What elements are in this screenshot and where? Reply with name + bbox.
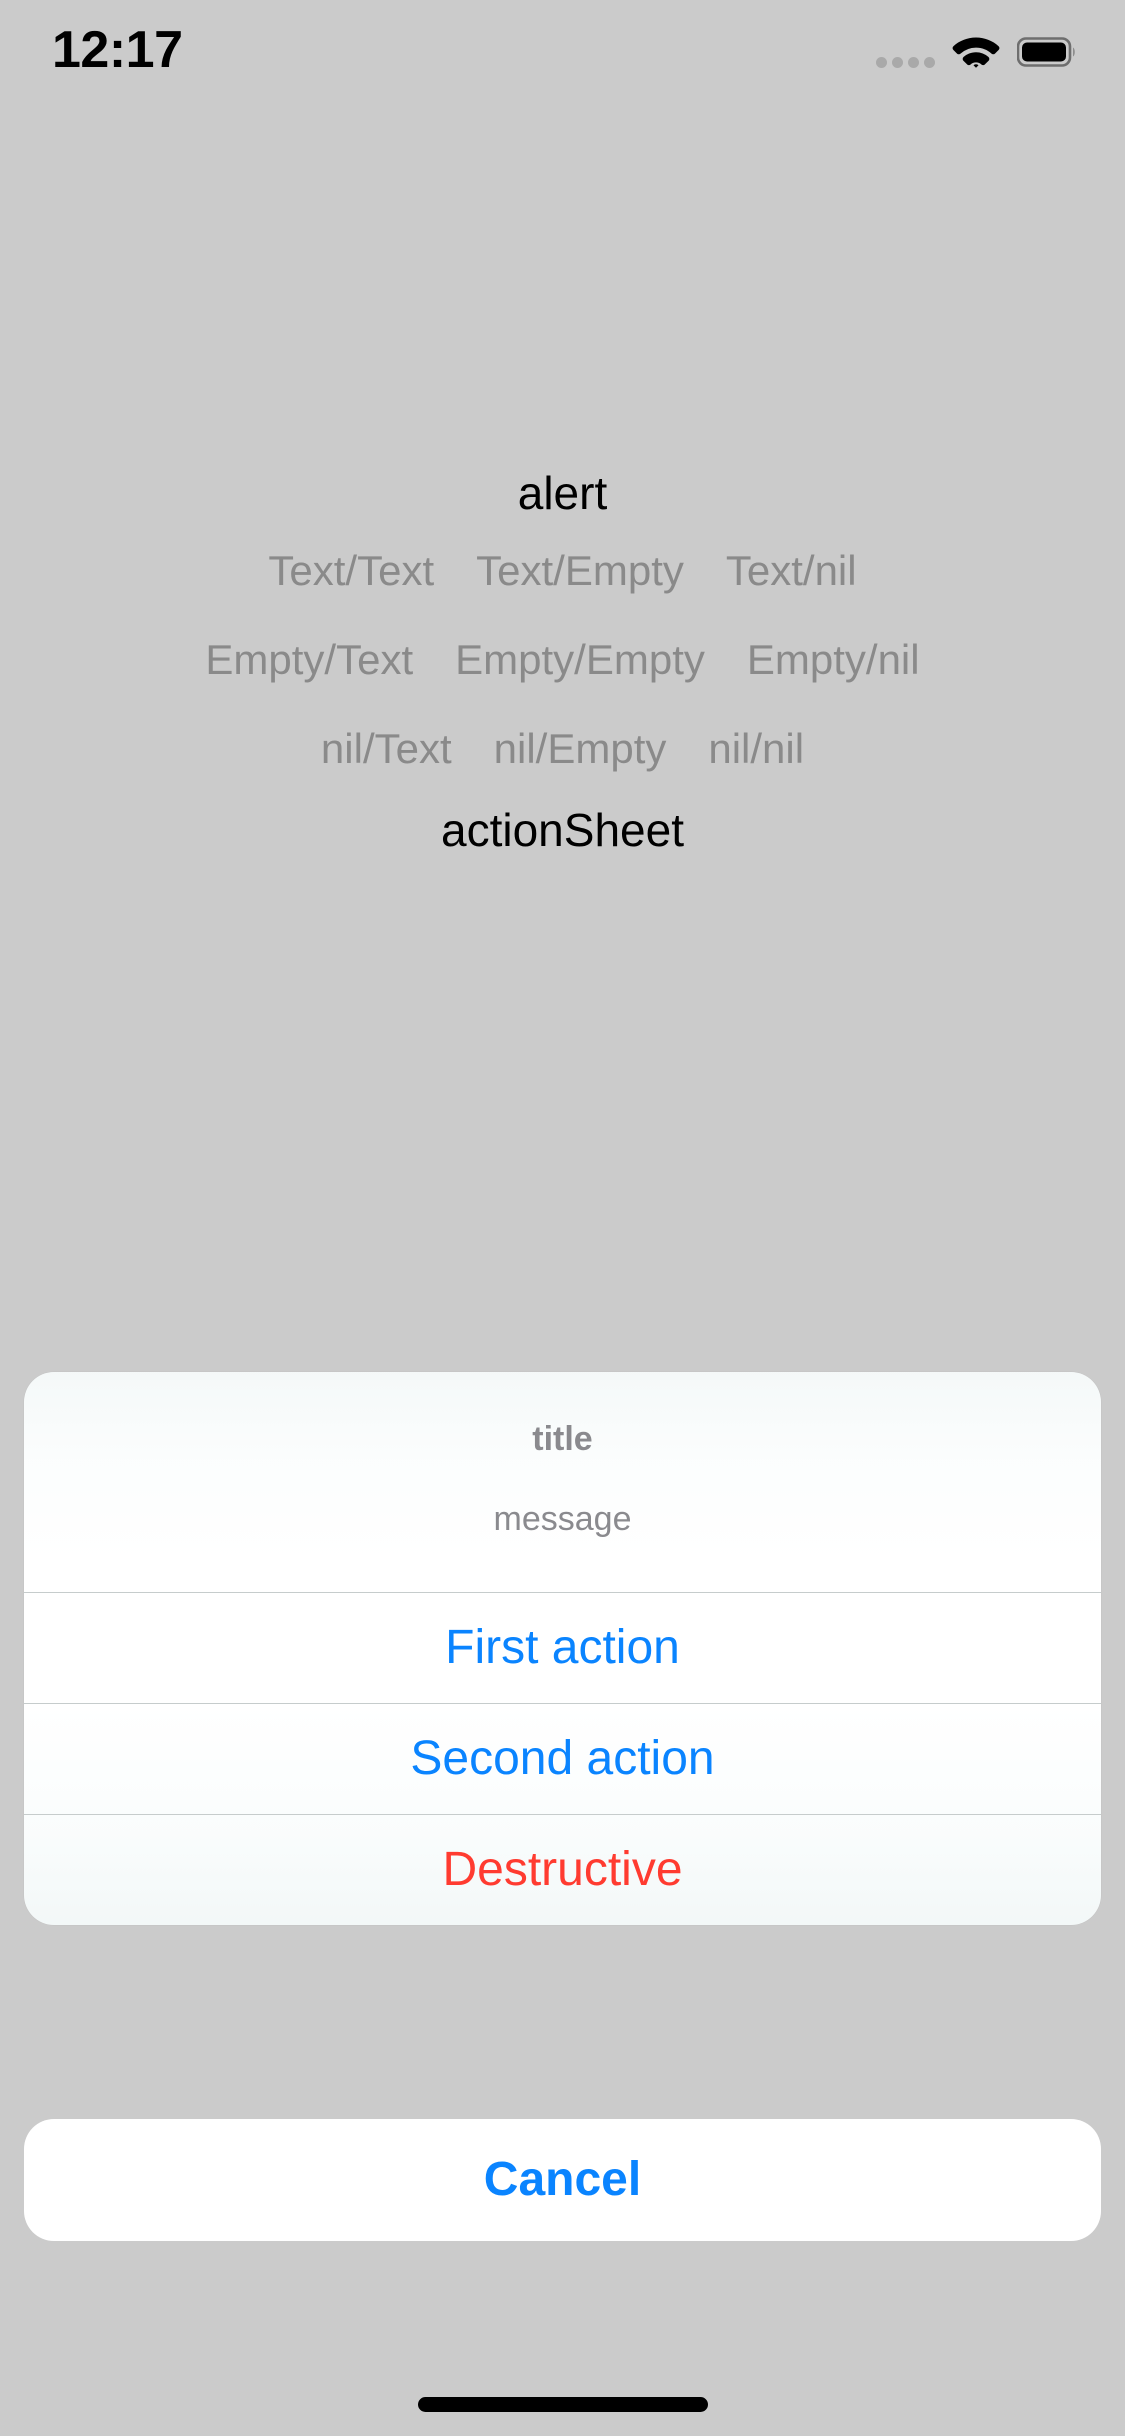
battery-full-icon (1017, 37, 1075, 67)
iphone-screen: 12:17 alert Text/Text Text/Empty Text/ni… (0, 0, 1125, 2436)
alert-button-text-empty[interactable]: Text/Empty (476, 546, 684, 596)
alert-button-text-nil[interactable]: Text/nil (726, 546, 857, 596)
signal-dots-icon (876, 30, 935, 74)
action-sheet-item-label: Second action (410, 1732, 715, 1785)
alert-button-empty-nil[interactable]: Empty/nil (747, 635, 920, 685)
alert-button-nil-empty[interactable]: nil/Empty (494, 724, 667, 774)
action-sheet-title: title (532, 1420, 593, 1458)
page-title-actionsheet: actionSheet (441, 804, 684, 856)
action-sheet-message: message (493, 1500, 632, 1538)
status-bar-indicators (876, 28, 1077, 76)
alert-button-nil-nil[interactable]: nil/nil (708, 724, 804, 774)
alert-button-nil-text[interactable]: nil/Text (321, 724, 452, 774)
action-sheet-item-second-action[interactable]: Second action (24, 1703, 1101, 1814)
alert-button-row-nil: nil/Text nil/Empty nil/nil (0, 724, 1125, 774)
status-bar: 12:17 (0, 0, 1125, 100)
action-sheet-item-first-action[interactable]: First action (24, 1592, 1101, 1703)
action-sheet-item-destructive[interactable]: Destructive (24, 1814, 1101, 1925)
alert-button-empty-text[interactable]: Empty/Text (205, 635, 413, 685)
wifi-icon (952, 37, 1000, 68)
cancel-button-label: Cancel (483, 2153, 642, 2206)
alert-button-row-empty: Empty/Text Empty/Empty Empty/nil (0, 635, 1125, 685)
action-sheet: title message First action Second action… (24, 1372, 1101, 1925)
alert-button-text-text[interactable]: Text/Text (268, 546, 434, 596)
alert-button-empty-empty[interactable]: Empty/Empty (455, 635, 705, 685)
action-sheet-item-label: Destructive (442, 1843, 683, 1896)
action-sheet-item-label: First action (445, 1621, 680, 1674)
alert-button-row-text: Text/Text Text/Empty Text/nil (0, 546, 1125, 596)
home-indicator[interactable] (417, 2397, 708, 2412)
cancel-button[interactable]: Cancel (24, 2119, 1101, 2241)
action-sheet-header: title message (24, 1372, 1101, 1592)
page-title-alert: alert (517, 467, 608, 519)
status-bar-time: 12:17 (52, 21, 183, 79)
